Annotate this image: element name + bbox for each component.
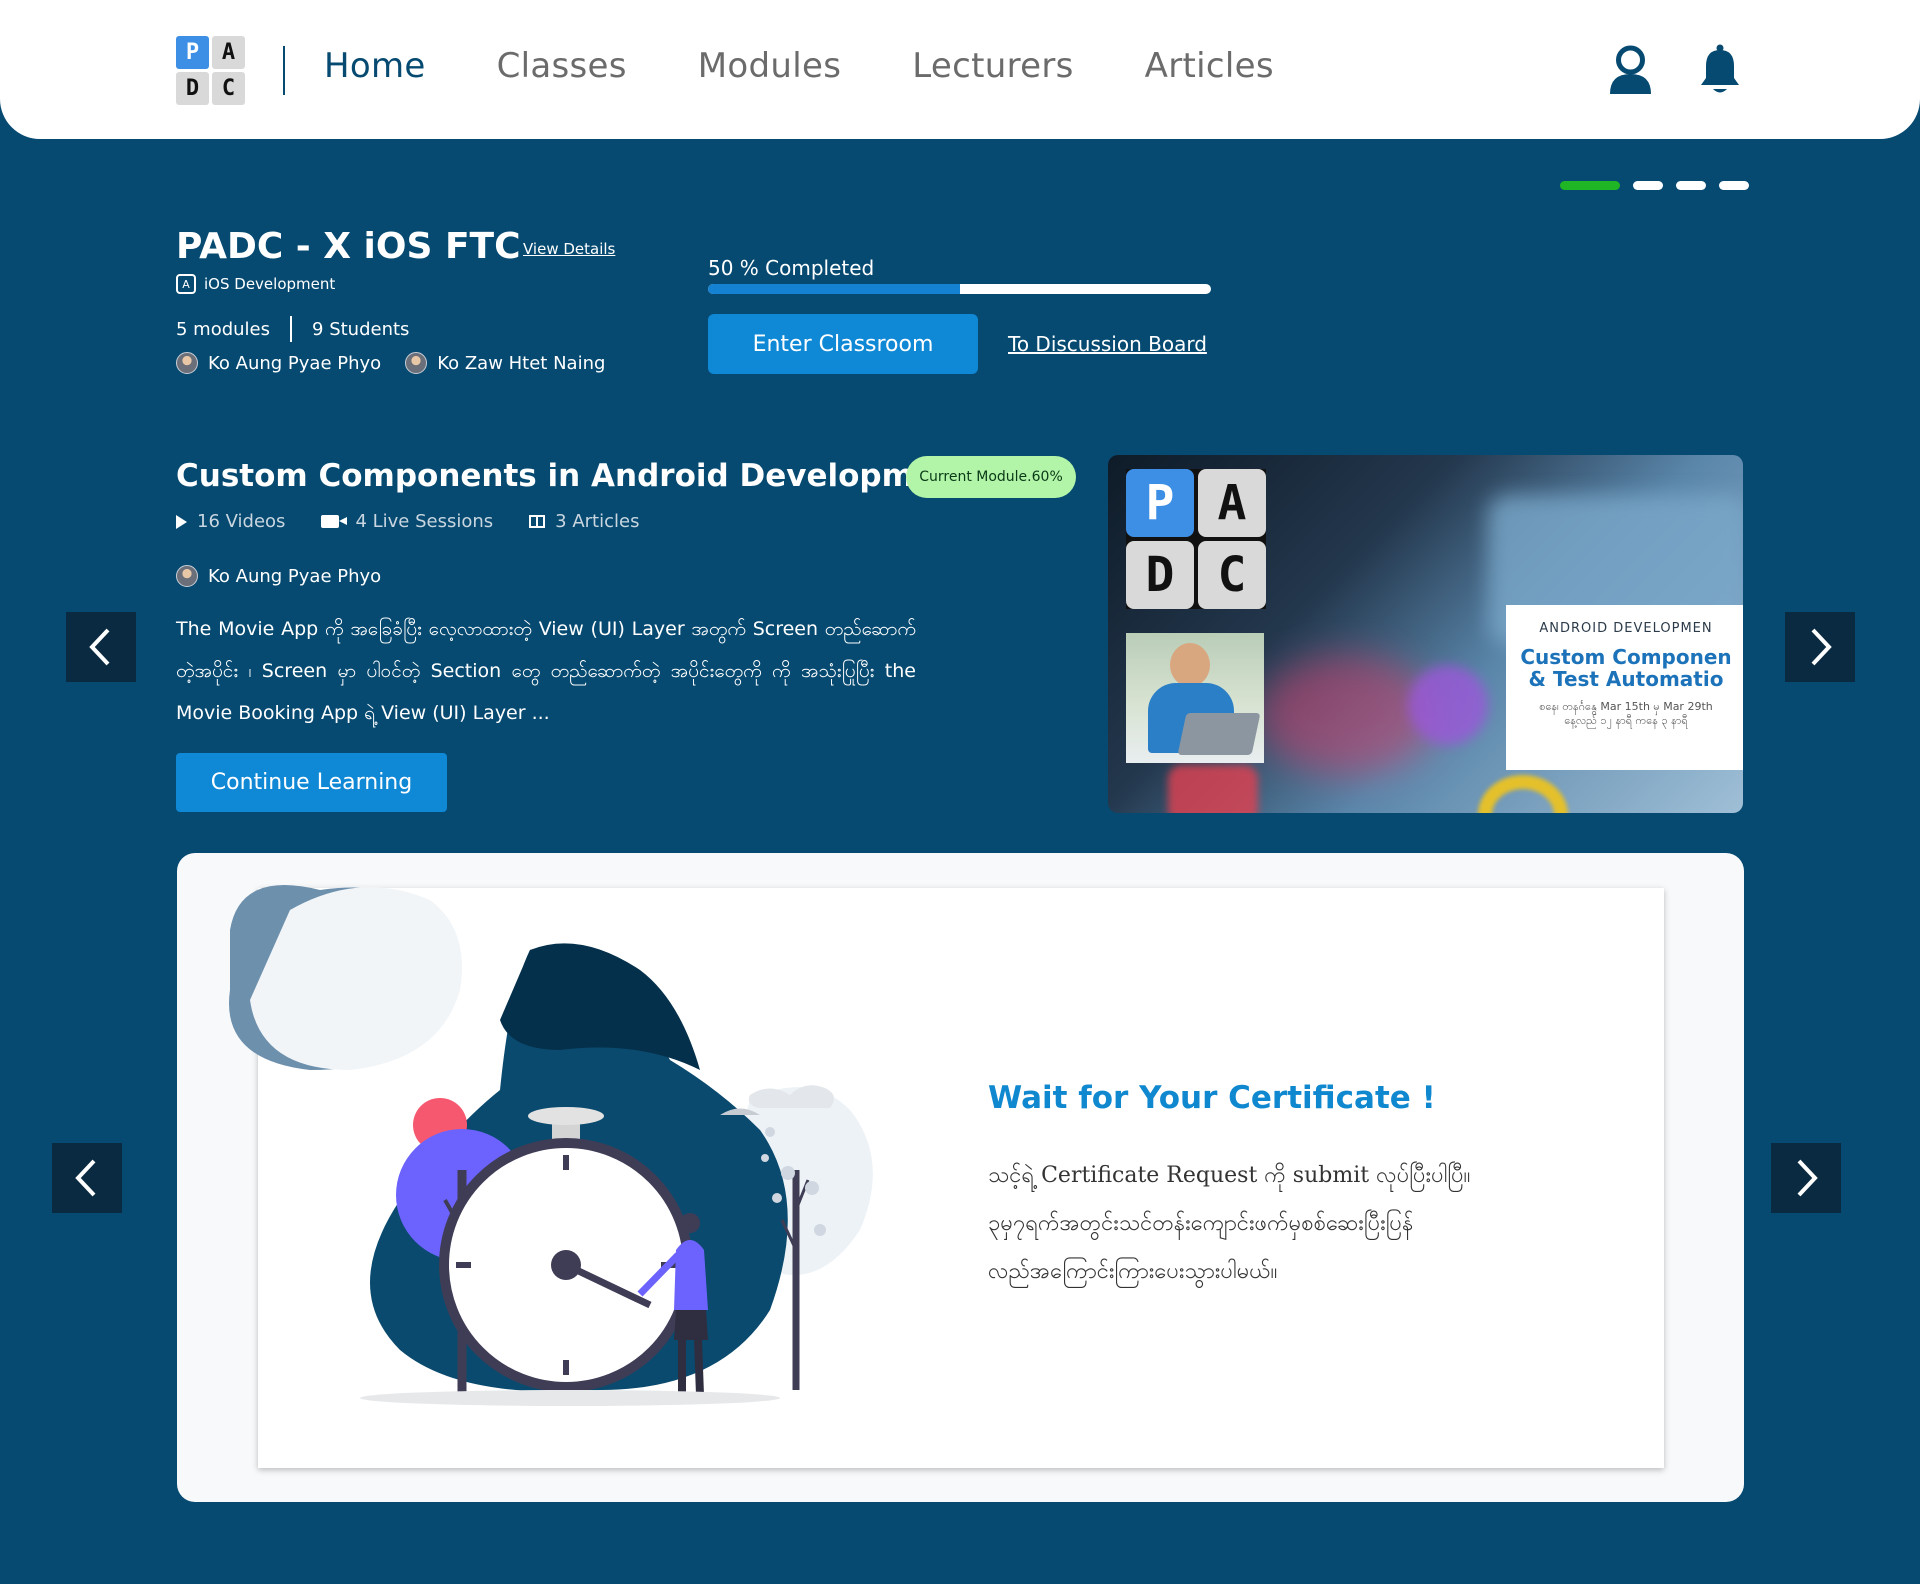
thumbnail-title-line1: Custom Componen: [1520, 645, 1732, 669]
chevron-left-icon: [75, 1159, 96, 1197]
chevron-right-icon: [1797, 1159, 1818, 1197]
thumbnail-card: ANDROID DEVELOPMEN Custom Componen & Tes…: [1506, 605, 1743, 770]
live-sessions-count: 4 Live Sessions: [355, 511, 494, 532]
lecturer-photo: [1126, 633, 1264, 763]
nav-articles[interactable]: Articles: [1145, 46, 1274, 86]
continue-learning-button[interactable]: Continue Learning: [176, 753, 447, 812]
videos-meta: 16 Videos: [176, 511, 285, 532]
lecturer-name[interactable]: Ko Zaw Htet Naing: [437, 353, 605, 374]
padc-logo[interactable]: P A D C: [176, 36, 245, 105]
certificate-message: သင့်ရဲ့ Certificate Request ကို submit လ…: [988, 1152, 1568, 1296]
main-nav: Home Classes Modules Lecturers Articles: [324, 46, 1274, 86]
logo-letter-c: C: [212, 72, 245, 105]
lecturer-name[interactable]: Ko Aung Pyae Phyo: [208, 353, 381, 374]
certificate-line-3: လည်အကြောင်းကြားပေးသွားပါမယ်။: [988, 1259, 1278, 1284]
enter-classroom-button[interactable]: Enter Classroom: [708, 314, 978, 374]
thumbnail-logo-letter: D: [1126, 541, 1194, 609]
live-sessions-meta: 4 Live Sessions: [321, 511, 493, 532]
view-details-link[interactable]: View Details: [523, 240, 615, 258]
carousel-pager: [1560, 181, 1749, 190]
module-next-button[interactable]: [1785, 612, 1855, 682]
certificate-next-button[interactable]: [1771, 1143, 1841, 1213]
thumbnail-title-line2: & Test Automatio: [1528, 667, 1724, 691]
progress-label: 50 % Completed: [708, 256, 875, 280]
book-icon: [529, 515, 546, 528]
module-description: The Movie App ကို အခြေခံပြီး လေ့လာထားတဲ့…: [176, 618, 916, 724]
thumbnail-logo: P A D C: [1126, 469, 1266, 609]
certificate-prev-button[interactable]: [52, 1143, 122, 1213]
thumbnail-logo-letter: A: [1198, 469, 1266, 537]
logo-letter-p: P: [176, 36, 209, 69]
avatar: [176, 565, 198, 587]
module-meta: 16 Videos 4 Live Sessions 3 Articles: [176, 511, 639, 532]
thumbnail-dates: စနေ၊ တနင်္ဂနွေ Mar 15th မှ Mar 29th: [1539, 700, 1713, 713]
thumbnail-schedule: နေ့လည် ၁၂ နာရီ ကနေ ၃ နာရီ: [1564, 714, 1688, 727]
thumbnail-kicker: ANDROID DEVELOPMEN: [1539, 621, 1713, 636]
module-title: Custom Components in Android Development: [176, 458, 972, 494]
nav-home[interactable]: Home: [324, 46, 426, 86]
top-navigation-bar: P A D C Home Classes Modules Lecturers A…: [0, 0, 1920, 139]
bell-icon[interactable]: [1698, 44, 1742, 96]
articles-meta: 3 Articles: [529, 511, 639, 532]
stopwatch-illustration: [229, 885, 873, 1406]
module-thumbnail[interactable]: P A D C ANDROID DEVELOPMEN Custom Compon…: [1108, 455, 1743, 813]
app-store-icon: A: [176, 274, 196, 294]
progress-bar: [708, 284, 1211, 294]
avatar: [405, 352, 428, 374]
certificate-title: Wait for Your Certificate !: [988, 1080, 1436, 1116]
class-category: A iOS Development: [176, 274, 335, 294]
class-title: PADC - X iOS FTC: [176, 226, 521, 267]
module-count: 5 modules: [176, 318, 271, 340]
class-stats: 5 modules 9 Students: [176, 316, 409, 342]
chevron-right-icon: [1811, 628, 1832, 666]
module-lecturer: Ko Aung Pyae Phyo: [176, 565, 381, 587]
pager-dot-4[interactable]: [1719, 181, 1749, 190]
stats-divider: [290, 316, 293, 342]
nav-modules[interactable]: Modules: [698, 46, 841, 86]
logo-letter-a: A: [212, 36, 245, 69]
articles-count: 3 Articles: [555, 511, 640, 532]
certificate-line-1: သင့်ရဲ့ Certificate Request ကို submit လ…: [988, 1163, 1471, 1188]
pager-dot-1[interactable]: [1560, 181, 1620, 190]
discussion-board-link[interactable]: To Discussion Board: [1008, 332, 1207, 356]
current-module-badge: Current Module.60%: [906, 456, 1076, 498]
logo-letter-d: D: [176, 72, 209, 105]
class-lecturers: Ko Aung Pyae Phyo Ko Zaw Htet Naing: [176, 352, 605, 374]
module-prev-button[interactable]: [66, 612, 136, 682]
pager-dot-3[interactable]: [1676, 181, 1706, 190]
progress-fill: [708, 284, 960, 294]
play-icon: [176, 514, 187, 529]
videos-count: 16 Videos: [197, 511, 286, 532]
category-label: iOS Development: [204, 275, 336, 293]
video-camera-icon: [321, 515, 348, 528]
nav-classes[interactable]: Classes: [497, 46, 627, 86]
certificate-line-2: ၃မှ၇ရက်အတွင်းသင်တန်းကျောင်းဖက်မှစစ်ဆေးပြ…: [988, 1211, 1414, 1236]
chevron-left-icon: [89, 628, 110, 666]
lecturer-name[interactable]: Ko Aung Pyae Phyo: [208, 566, 381, 587]
nav-lecturers[interactable]: Lecturers: [912, 46, 1073, 86]
nav-divider: [283, 46, 285, 95]
user-icon[interactable]: [1608, 44, 1653, 96]
avatar: [176, 352, 198, 374]
student-count: 9 Students: [312, 318, 410, 340]
thumbnail-logo-letter: C: [1198, 541, 1266, 609]
pager-dot-2[interactable]: [1633, 181, 1663, 190]
thumbnail-logo-letter: P: [1126, 469, 1194, 537]
